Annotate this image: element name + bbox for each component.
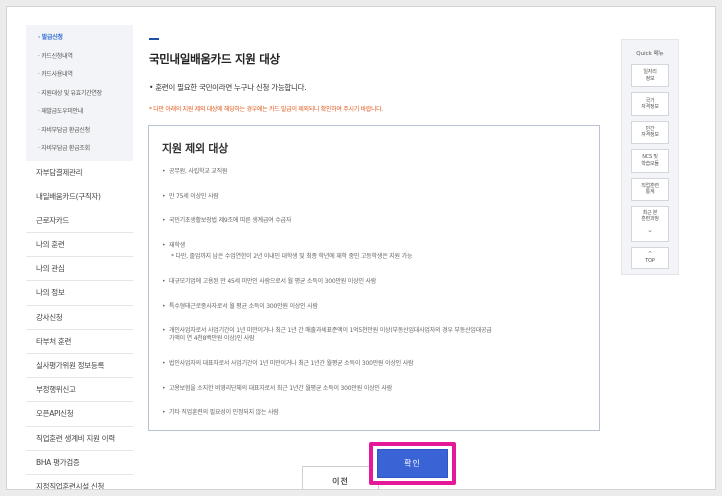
quick-recent-courses-button[interactable]: 최근 본 훈련과정 ⌄ — [631, 205, 669, 242]
quick-private-cert-button[interactable]: 민간 자격정보 — [631, 120, 669, 145]
sidebar-item-fraud-report[interactable]: 부정행위신고 — [26, 378, 133, 403]
sidebar-item-evaluator-register[interactable]: 실사평가위원 정보등록 — [26, 354, 133, 379]
exclusion-item: 기타 직업훈련의 필요성이 인정되지 않는 사람 — [162, 409, 589, 417]
exclusion-list: 공무원, 사립학교 교직원 만 75세 이상인 사람 국민기초생활보장법 제9조… — [162, 168, 589, 418]
sidebar-submenu: · 발급신청 · 카드신청내역 · 카드사용내역 · 지원대상 및 유효기간연장… — [26, 25, 133, 161]
panel-title: 지원 제외 대상 — [162, 142, 228, 155]
page-title: 국민내일배움카드 지원 대상 — [149, 52, 280, 66]
sidebar-item-facility-apply[interactable]: 지정직업훈련시설 신청 — [26, 475, 133, 489]
exclusion-item: 특수형태근로종사자로서 월 평균 소득이 300만원 이상인 사람 — [162, 303, 589, 311]
sidebar-item-my-training[interactable]: 나의 훈련 — [26, 233, 133, 258]
sidebar-subitem-usage-history[interactable]: · 카드사용내역 — [26, 66, 133, 85]
sidebar-item-instructor-apply[interactable]: 강사신청 — [26, 306, 133, 330]
exclusion-item: 대규모기업에 고용된 만 45세 미만인 사람으로서 월 평균 소득이 300만… — [162, 278, 589, 286]
sidebar-item-jobseeker-card[interactable]: 내일배움카드(구직자) — [26, 185, 133, 209]
window-frame: · 발급신청 · 카드신청내역 · 카드사용내역 · 지원대상 및 유효기간연장… — [6, 6, 716, 490]
exclusion-panel: 지원 제외 대상 공무원, 사립학교 교직원 만 75세 이상인 사람 국민기초… — [148, 125, 600, 431]
quick-national-cert-button[interactable]: 국가 자격정보 — [631, 92, 669, 116]
quick-stats-button[interactable]: 직업훈련 통계 — [631, 177, 669, 201]
sidebar-item-living-cost[interactable]: 직업훈련 생계비 지원 이력 — [26, 427, 133, 451]
exclusion-item: 개인사업자로서 사업기간이 1년 미만이거나 최근 1년 간 매출과세표준액이 … — [162, 327, 589, 343]
sidebar-item-worker-card[interactable]: 근로자카드 — [26, 209, 133, 234]
exclusion-item: 국민기초생활보장법 제9조에 따른 생계급여 수급자 — [162, 217, 589, 225]
quick-ncs-button[interactable]: NCS 및 학습모듈 — [631, 149, 669, 173]
sidebar-subitem-eligibility-extension[interactable]: · 지원대상 및 유효기간연장 — [26, 85, 133, 104]
title-accent-bar — [149, 38, 159, 40]
sidebar-subitem-reissue-helper[interactable]: · 재발급도우미안내 — [26, 103, 133, 122]
sidebar-item-open-api[interactable]: 오픈API신청 — [26, 402, 133, 427]
prev-button[interactable]: 이전 — [302, 466, 379, 489]
exclusion-item: 법인사업자의 대표자로서 사업기간이 1년 미만이거나 최근 1년간 월평균 소… — [162, 360, 589, 368]
sidebar-item-other-ministry[interactable]: 타부처 훈련 — [26, 330, 133, 354]
sidebar-item-my-interest[interactable]: 나의 관심 — [26, 257, 133, 282]
exclusion-item: 만 75세 이상인 사람 — [162, 193, 589, 201]
sidebar-subitem-application-history[interactable]: · 카드신청내역 — [26, 48, 133, 67]
confirm-button[interactable]: 확인 — [377, 449, 448, 478]
sidebar-subitem-refund-inquiry[interactable]: · 자비부담금 환급조회 — [26, 140, 133, 159]
sidebar: · 발급신청 · 카드신청내역 · 카드사용내역 · 지원대상 및 유효기간연장… — [26, 25, 133, 489]
exclusion-item: 재학생* 다만, 졸업까지 남은 수업연한이 2년 이내인 대학생 및 최종 학… — [162, 242, 589, 261]
quick-menu-title: Quick 메뉴 — [636, 51, 664, 57]
sidebar-item-bha[interactable]: BHA 평가검증 — [26, 451, 133, 475]
notice-text: * 다만 아래의 지원 제외 대상에 해당하는 경우에는 카드 발급이 제외되니… — [149, 106, 384, 113]
main-content: 국민내일배움카드 지원 대상 • 훈련이 필요한 국민이라면 누구나 신청 가능… — [143, 25, 613, 489]
exclusion-item: 고용보험을 소지한 비영리단체의 대표자로서 최근 1년간 월평균 소득이 30… — [162, 385, 589, 393]
sidebar-item-my-info[interactable]: 나의 정보 — [26, 281, 133, 306]
exclusion-subnote: * 다만, 졸업까지 남은 수업연한이 2년 이내인 대학생 및 최종 학년에 … — [171, 253, 413, 261]
chevron-down-icon: ⌄ — [647, 225, 653, 234]
exclusion-item: 공무원, 사립학교 교직원 — [162, 168, 589, 176]
quick-jobs-button[interactable]: 일자리 정보 — [631, 64, 669, 88]
sidebar-subitem-refund-apply[interactable]: · 자비부담금 환급신청 — [26, 122, 133, 141]
intro-text: • 훈련이 필요한 국민이라면 누구나 신청 가능합니다. — [149, 83, 307, 92]
sidebar-subitem-apply[interactable]: · 발급신청 — [26, 29, 133, 48]
top-button[interactable]: ⌃ TOP — [631, 246, 669, 269]
sidebar-item-self-pay[interactable]: 자부담결제관리 — [26, 161, 133, 185]
quick-menu: Quick 메뉴 일자리 정보 국가 자격정보 민간 자격정보 NCS 및 학습모듈 직… — [621, 39, 679, 275]
